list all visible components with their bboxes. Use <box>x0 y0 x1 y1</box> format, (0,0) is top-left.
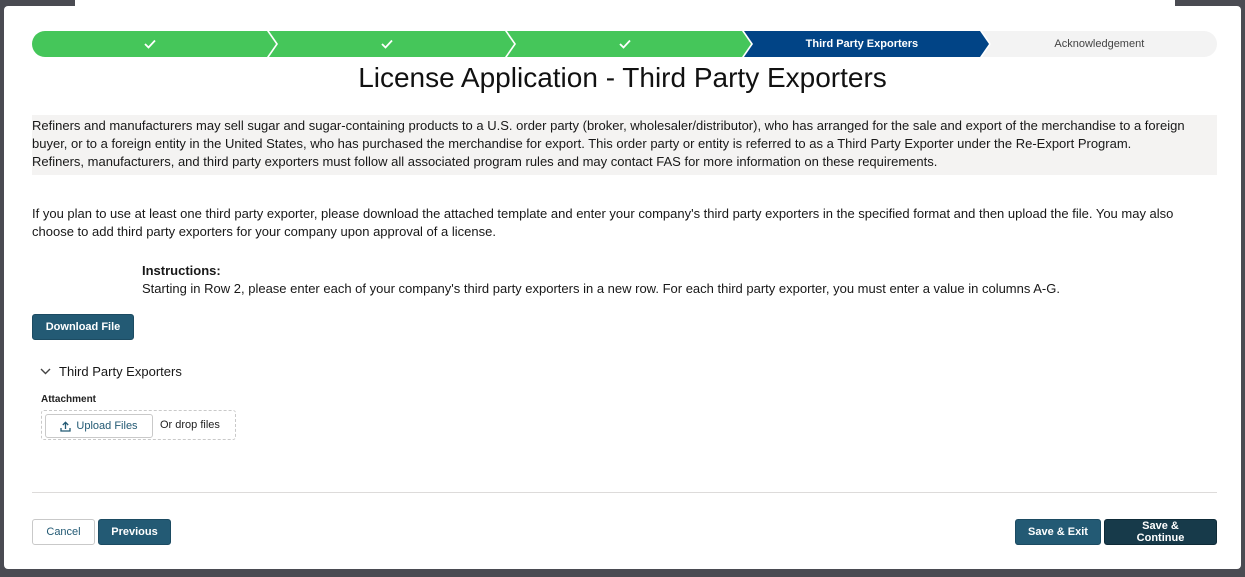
application-card: Third Party Exporters Acknowledgement Li… <box>4 6 1241 569</box>
section-toggle-third-party-exporters[interactable]: Third Party Exporters <box>40 364 182 379</box>
progress-step-3[interactable] <box>506 31 754 57</box>
progress-step-label: Acknowledgement <box>1054 38 1145 50</box>
upload-files-button[interactable]: Upload Files <box>45 414 153 438</box>
instructions-text: Starting in Row 2, please enter each of … <box>142 281 1060 296</box>
instructions-heading: Instructions: <box>142 263 221 278</box>
intro-paragraph: Refiners and manufacturers may sell suga… <box>32 118 1185 151</box>
file-dropzone[interactable]: Upload Files Or drop files <box>41 410 236 440</box>
attachment-label: Attachment <box>41 394 97 405</box>
progress-step-1[interactable] <box>32 31 279 57</box>
instructions-block: Instructions: Starting in Row 2, please … <box>142 262 1202 298</box>
page-title: License Application - Third Party Export… <box>358 62 887 93</box>
progress-step-third-party-exporters[interactable]: Third Party Exporters <box>744 31 991 57</box>
download-file-button[interactable]: Download File <box>32 314 134 340</box>
section-title: Third Party Exporters <box>59 364 182 379</box>
previous-button[interactable]: Previous <box>98 519 171 545</box>
upload-icon <box>60 420 72 432</box>
progress-step-acknowledgement[interactable]: Acknowledgement <box>981 31 1218 57</box>
instruction-paragraph: If you plan to use at least one third pa… <box>32 206 1174 239</box>
upload-files-label: Upload Files <box>76 420 138 432</box>
chevron-down-icon <box>40 368 51 375</box>
check-icon <box>618 39 631 49</box>
progress-path: Third Party Exporters Acknowledgement <box>32 31 1218 57</box>
progress-step-2[interactable] <box>269 31 516 57</box>
cancel-button[interactable]: Cancel <box>32 519 95 545</box>
save-continue-button[interactable]: Save & Continue <box>1104 519 1217 545</box>
footer-divider <box>32 492 1217 493</box>
progress-step-label: Third Party Exporters <box>805 38 919 50</box>
check-icon <box>381 39 393 49</box>
intro-paragraph: Refiners, manufacturers, and third party… <box>32 154 938 169</box>
check-icon <box>144 39 156 49</box>
save-exit-button[interactable]: Save & Exit <box>1015 519 1101 545</box>
intro-box: Refiners and manufacturers may sell suga… <box>32 115 1217 175</box>
drop-files-text: Or drop files <box>160 419 220 431</box>
